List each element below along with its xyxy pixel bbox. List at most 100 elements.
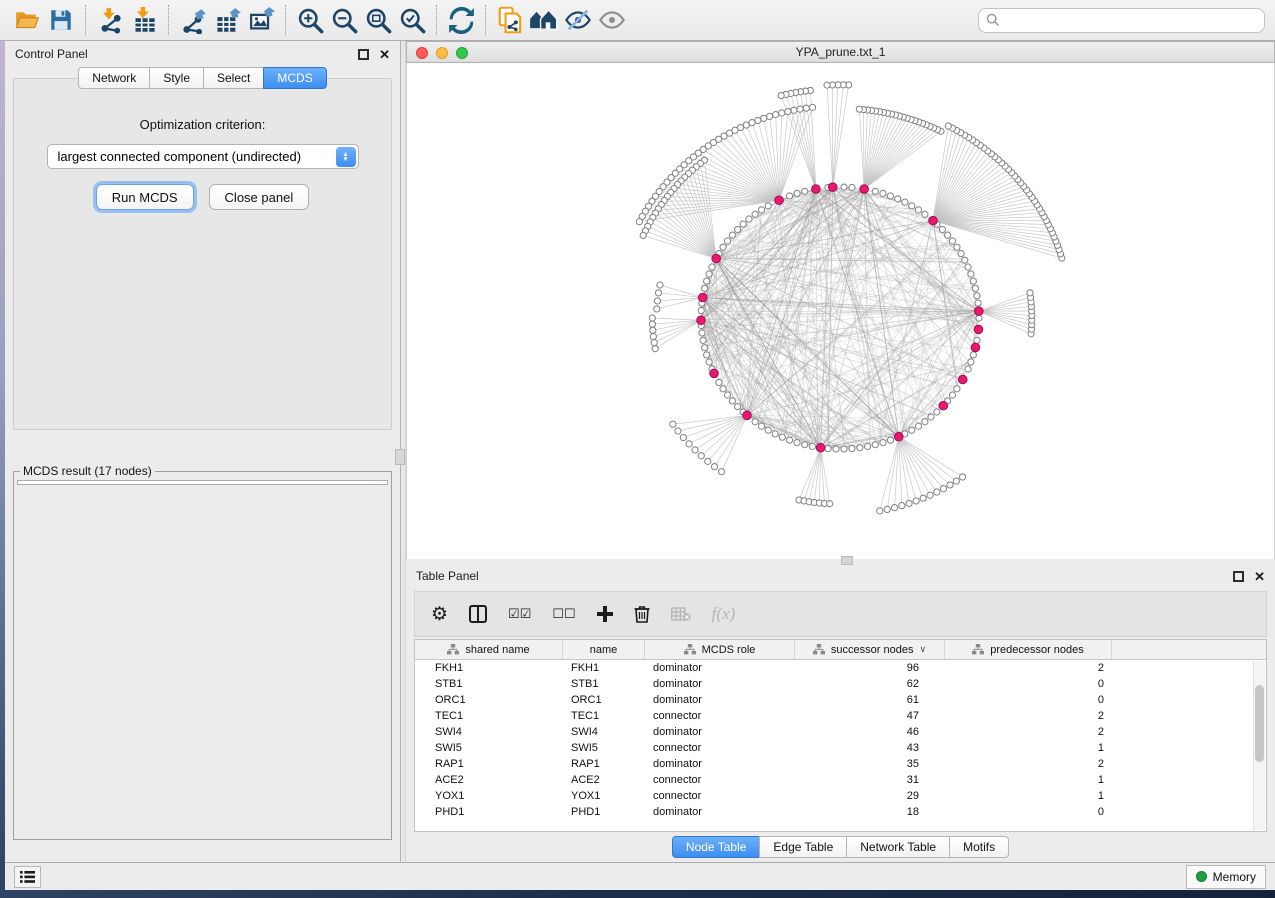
network-node[interactable] bbox=[758, 207, 764, 213]
network-node[interactable] bbox=[709, 264, 715, 270]
network-node[interactable] bbox=[953, 478, 959, 484]
cell-predecessor-nodes[interactable]: 2 bbox=[945, 726, 1112, 738]
network-node[interactable] bbox=[975, 300, 981, 306]
network-node[interactable] bbox=[702, 285, 708, 291]
network-node[interactable] bbox=[802, 188, 808, 194]
cell-name[interactable]: SWI5 bbox=[563, 742, 645, 754]
network-node[interactable] bbox=[704, 352, 710, 358]
show-all-button[interactable] bbox=[595, 4, 629, 36]
cell-mcds-role[interactable]: dominator bbox=[645, 662, 795, 674]
tab-node-table[interactable]: Node Table bbox=[672, 836, 761, 858]
network-node[interactable] bbox=[702, 345, 708, 351]
network-node[interactable] bbox=[670, 421, 676, 427]
mcds-node[interactable] bbox=[712, 254, 721, 263]
network-node[interactable] bbox=[704, 278, 710, 284]
cell-shared-name[interactable]: ACE2 bbox=[415, 774, 563, 786]
import-table-button[interactable] bbox=[127, 4, 161, 36]
cell-predecessor-nodes[interactable]: 0 bbox=[945, 694, 1112, 706]
network-node[interactable] bbox=[841, 446, 847, 452]
add-column-icon[interactable] bbox=[597, 606, 613, 622]
window-close-icon[interactable] bbox=[416, 47, 428, 59]
table-row[interactable]: ORC1ORC1dominator610 bbox=[415, 692, 1266, 708]
network-node[interactable] bbox=[765, 203, 771, 209]
network-node[interactable] bbox=[849, 445, 855, 451]
network-node[interactable] bbox=[729, 232, 735, 238]
mcds-node[interactable] bbox=[812, 185, 821, 194]
network-node[interactable] bbox=[945, 123, 951, 129]
network-node[interactable] bbox=[827, 501, 833, 507]
network-node[interactable] bbox=[899, 503, 905, 509]
cell-predecessor-nodes[interactable]: 0 bbox=[945, 678, 1112, 690]
cell-successor-nodes[interactable]: 43 bbox=[795, 742, 945, 754]
mcds-result-list[interactable]: PHD1CAR1STP4TID3YOX1SWI4SRD1PMA2FKH1ACE2… bbox=[17, 480, 388, 485]
network-node[interactable] bbox=[872, 442, 878, 448]
table-row[interactable]: TEC1TEC1connector472 bbox=[415, 708, 1266, 724]
network-node[interactable] bbox=[698, 453, 704, 459]
network-node[interactable] bbox=[922, 419, 928, 425]
network-node[interactable] bbox=[970, 352, 976, 358]
network-node[interactable] bbox=[797, 106, 803, 112]
network-node[interactable] bbox=[650, 333, 656, 339]
cell-shared-name[interactable]: SWI4 bbox=[415, 726, 563, 738]
horizontal-splitter-handle[interactable] bbox=[841, 556, 853, 565]
list-item[interactable]: PHD1 bbox=[24, 484, 387, 485]
network-node[interactable] bbox=[940, 486, 946, 492]
network-node[interactable] bbox=[934, 409, 940, 415]
network-node[interactable] bbox=[706, 271, 712, 277]
table-row[interactable]: YOX1YOX1connector291 bbox=[415, 788, 1266, 804]
network-node[interactable] bbox=[954, 244, 960, 250]
cell-shared-name[interactable]: YOX1 bbox=[415, 790, 563, 802]
cell-successor-nodes[interactable]: 96 bbox=[795, 662, 945, 674]
tab-select[interactable]: Select bbox=[203, 67, 264, 89]
network-node[interactable] bbox=[720, 244, 726, 250]
network-node[interactable] bbox=[657, 282, 663, 288]
column-header-predecessor-nodes[interactable]: predecessor nodes bbox=[945, 640, 1112, 659]
cell-successor-nodes[interactable]: 29 bbox=[795, 790, 945, 802]
cell-shared-name[interactable]: TEC1 bbox=[415, 710, 563, 722]
cell-name[interactable]: YOX1 bbox=[563, 790, 645, 802]
import-network-button[interactable] bbox=[93, 4, 127, 36]
network-node[interactable] bbox=[934, 489, 940, 495]
network-node[interactable] bbox=[809, 443, 815, 449]
network-node[interactable] bbox=[895, 196, 901, 202]
network-node[interactable] bbox=[906, 500, 912, 506]
memory-button[interactable]: Memory bbox=[1186, 865, 1266, 889]
mcds-node[interactable] bbox=[816, 443, 825, 452]
network-node[interactable] bbox=[902, 199, 908, 205]
cell-predecessor-nodes[interactable]: 0 bbox=[945, 806, 1112, 818]
mcds-node[interactable] bbox=[929, 216, 938, 225]
cell-mcds-role[interactable]: dominator bbox=[645, 726, 795, 738]
close-table-panel-icon[interactable]: ✕ bbox=[1254, 570, 1265, 583]
cell-name[interactable]: PHD1 bbox=[563, 806, 645, 818]
cell-mcds-role[interactable]: dominator bbox=[645, 678, 795, 690]
network-node[interactable] bbox=[972, 285, 978, 291]
network-node[interactable] bbox=[954, 386, 960, 392]
cell-name[interactable]: ORC1 bbox=[563, 694, 645, 706]
network-node[interactable] bbox=[1027, 290, 1033, 296]
network-node[interactable] bbox=[649, 321, 655, 327]
cell-mcds-role[interactable]: connector bbox=[645, 710, 795, 722]
network-node[interactable] bbox=[720, 386, 726, 392]
duplicate-network-button[interactable] bbox=[493, 4, 527, 36]
network-node[interactable] bbox=[872, 188, 878, 194]
network-node[interactable] bbox=[970, 278, 976, 284]
network-node[interactable] bbox=[758, 423, 764, 429]
network-node[interactable] bbox=[711, 464, 717, 470]
cell-name[interactable]: STB1 bbox=[563, 678, 645, 690]
network-node[interactable] bbox=[949, 392, 955, 398]
network-node[interactable] bbox=[909, 203, 915, 209]
cell-name[interactable]: SWI4 bbox=[563, 726, 645, 738]
mcds-node[interactable] bbox=[974, 325, 983, 334]
network-node[interactable] bbox=[803, 105, 809, 111]
network-node[interactable] bbox=[824, 82, 830, 88]
cell-successor-nodes[interactable]: 62 bbox=[795, 678, 945, 690]
cell-successor-nodes[interactable]: 18 bbox=[795, 806, 945, 818]
mcds-node[interactable] bbox=[975, 307, 984, 316]
run-mcds-button[interactable]: Run MCDS bbox=[96, 184, 194, 210]
network-node[interactable] bbox=[915, 423, 921, 429]
cell-mcds-role[interactable]: connector bbox=[645, 774, 795, 786]
network-node[interactable] bbox=[655, 290, 661, 296]
network-node[interactable] bbox=[794, 190, 800, 196]
cell-predecessor-nodes[interactable]: 1 bbox=[945, 742, 1112, 754]
network-node[interactable] bbox=[706, 359, 712, 365]
